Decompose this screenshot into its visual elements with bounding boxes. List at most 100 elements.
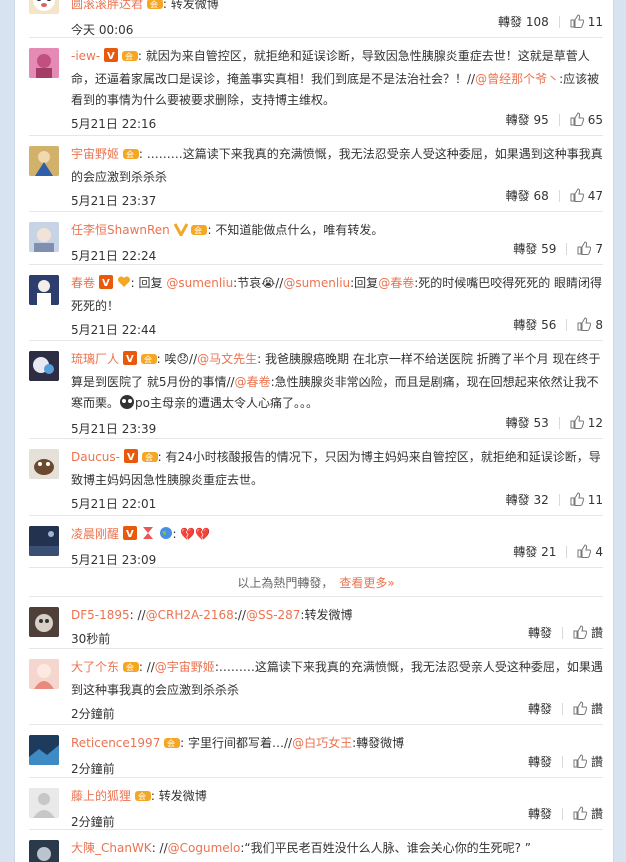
user-name[interactable]: 宇宙野姬 <box>71 147 119 161</box>
user-name[interactable]: 琉璃厂人 <box>71 352 119 366</box>
avatar[interactable] <box>29 146 59 176</box>
user-name[interactable]: 大陳_ChanWK <box>71 841 152 855</box>
mention-link[interactable]: @sumenliu <box>166 276 233 290</box>
avatar[interactable] <box>29 0 59 14</box>
mention-link[interactable]: @春卷 <box>235 375 271 389</box>
thumbs-up-icon <box>570 188 584 202</box>
user-name[interactable]: -iew- <box>71 49 100 63</box>
member-badge-icon: 会 <box>191 222 208 243</box>
item-actions: 轉發 讚 <box>528 753 603 770</box>
comment-text: 转发微博 <box>158 789 207 803</box>
avatar[interactable] <box>29 449 59 479</box>
like-button[interactable]: 7 <box>577 241 603 256</box>
mention-link[interactable]: @马文先生 <box>197 352 257 366</box>
svg-text:会: 会 <box>167 738 175 748</box>
mention-link[interactable]: @春卷 <box>378 276 414 290</box>
emoji-icon <box>119 395 135 416</box>
avatar[interactable] <box>29 607 59 637</box>
svg-text:会: 会 <box>145 452 153 462</box>
like-button[interactable]: 讚 <box>573 805 603 822</box>
like-button[interactable]: 8 <box>577 317 603 332</box>
thumbs-up-icon <box>577 317 592 331</box>
mention-link[interactable]: @宇宙野姬 <box>155 660 215 674</box>
globe-icon <box>159 526 173 547</box>
avatar[interactable] <box>29 351 59 381</box>
mention-link[interactable]: @曾经那个爷丶 <box>475 72 559 86</box>
verified-v-icon: V <box>98 275 113 296</box>
like-button[interactable]: 讚 <box>573 624 603 641</box>
repost-button[interactable]: 轉發 <box>528 624 552 641</box>
avatar[interactable] <box>29 735 59 765</box>
avatar[interactable] <box>29 659 59 689</box>
list-item: 大陳_ChanWK: //@Cogumelo:“我们平民老百姓没什么人脉、谁会关… <box>29 830 603 862</box>
avatar[interactable] <box>29 275 59 305</box>
like-button[interactable]: 4 <box>577 544 603 559</box>
thumbs-up-icon <box>570 492 584 506</box>
comment-text: // <box>159 841 168 855</box>
like-button[interactable]: 11 <box>570 14 603 29</box>
user-name[interactable]: 圆滚滚胖达君 <box>71 0 143 11</box>
svg-text:V: V <box>102 278 110 289</box>
thumbs-up-icon <box>573 754 587 768</box>
like-button[interactable]: 讚 <box>573 700 603 717</box>
hourglass-icon <box>141 526 155 547</box>
mention-link[interactable]: @白巧女王 <box>292 736 352 750</box>
repost-button[interactable]: 轉發 59 <box>513 240 556 257</box>
repost-button[interactable]: 轉發 53 <box>506 414 549 431</box>
user-name[interactable]: 藤上的狐狸 <box>71 789 131 803</box>
repost-button[interactable]: 轉發 <box>528 700 552 717</box>
like-button[interactable]: 讚 <box>573 753 603 770</box>
repost-button[interactable]: 轉發 21 <box>513 543 556 560</box>
repost-button[interactable]: 轉發 <box>528 805 552 822</box>
timestamp: 2分鐘前 <box>71 707 115 721</box>
repost-button[interactable]: 轉發 95 <box>506 111 549 128</box>
repost-button[interactable]: 轉發 <box>528 753 552 770</box>
avatar[interactable] <box>29 48 59 78</box>
repost-button[interactable]: 轉發 56 <box>513 316 556 333</box>
verified-v-icon <box>173 222 188 243</box>
mention-link[interactable]: @Cogumelo <box>168 841 241 855</box>
list-item: Daucus- V 会: 有24小时核酸报告的情况下，只因为博主妈妈来自管控区，… <box>29 439 603 516</box>
avatar[interactable] <box>29 526 59 556</box>
mention-link[interactable]: @CRH2A-2168 <box>146 608 234 622</box>
comment-text: 字里行间都写着…// <box>188 736 293 750</box>
item-actions: 轉發 讚 <box>528 700 603 717</box>
thumbs-up-icon <box>570 415 584 429</box>
like-button[interactable]: 12 <box>570 415 603 430</box>
item-actions: 轉發 59 7 <box>513 240 603 257</box>
item-actions: 轉發 讚 <box>528 805 603 822</box>
like-button[interactable]: 65 <box>570 112 603 127</box>
like-button[interactable]: 11 <box>570 492 603 507</box>
like-button[interactable]: 47 <box>570 188 603 203</box>
user-name[interactable]: 凌晨刚醒 <box>71 527 119 541</box>
repost-button[interactable]: 轉發 32 <box>506 491 549 508</box>
user-name[interactable]: 春卷 <box>71 276 95 290</box>
user-name[interactable]: 大了个东 <box>71 660 119 674</box>
verified-v-icon: V <box>104 48 119 69</box>
mention-link[interactable]: @sumenliu <box>283 276 350 290</box>
item-actions: 轉發 53 12 <box>506 414 603 431</box>
thumbs-up-icon <box>570 112 584 126</box>
list-item: 圆滚滚胖达君 会: 转发微博 今天 00:06 轉發 108 11 <box>29 0 603 38</box>
avatar[interactable] <box>29 840 59 862</box>
thumbs-up-icon <box>573 806 587 820</box>
view-more-link[interactable]: 查看更多» <box>339 574 394 591</box>
svg-text:会: 会 <box>194 225 202 235</box>
avatar[interactable] <box>29 788 59 818</box>
list-item: DF5-1895: //@CRH2A-2168://@SS-287:转发微博 3… <box>29 597 603 649</box>
member-badge-icon: 会 <box>134 788 151 809</box>
heart-badge-icon <box>117 275 131 296</box>
avatar[interactable] <box>29 222 59 252</box>
repost-button[interactable]: 轉發 68 <box>506 187 549 204</box>
user-name[interactable]: Daucus- <box>71 450 120 464</box>
repost-list-card: 圆滚滚胖达君 会: 转发微博 今天 00:06 轉發 108 11 -iew- … <box>14 0 614 862</box>
comment-text: // <box>137 608 146 622</box>
mention-link[interactable]: @SS-287 <box>246 608 300 622</box>
repost-button[interactable]: 轉發 108 <box>498 13 549 30</box>
user-name[interactable]: DF5-1895 <box>71 608 130 622</box>
item-actions: 轉發 68 47 <box>506 187 603 204</box>
user-name[interactable]: Reticence1997 <box>71 736 160 750</box>
svg-text:V: V <box>107 51 115 62</box>
user-name[interactable]: 任李恒ShawnRen <box>71 223 170 237</box>
thumbs-up-icon <box>573 625 587 639</box>
